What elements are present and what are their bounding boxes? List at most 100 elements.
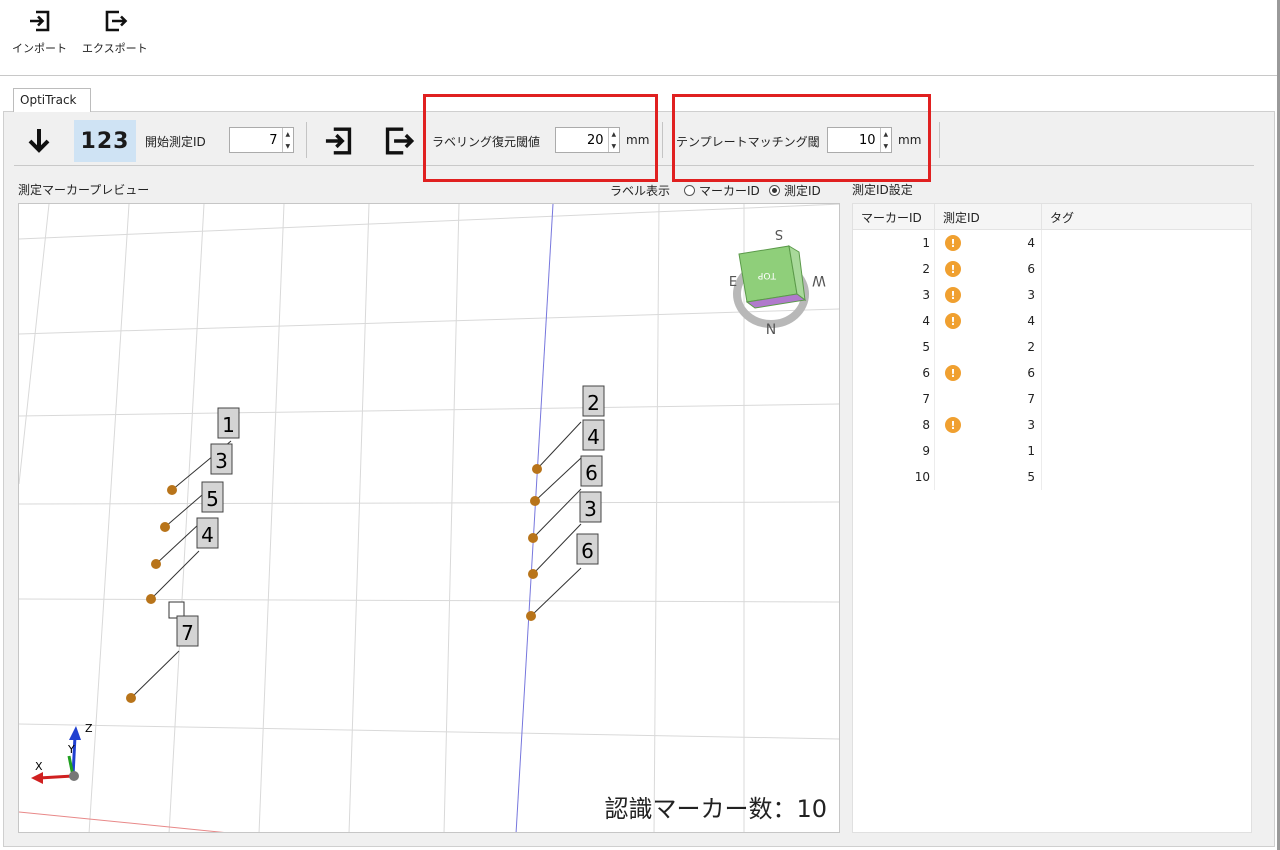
export-label: エクスポート — [82, 42, 148, 55]
radio-circle[interactable] — [684, 185, 695, 196]
export-icon — [105, 10, 128, 32]
cell-marker-id: 1 — [853, 230, 935, 256]
table-row[interactable]: 4! 4 — [853, 308, 1251, 334]
table-row[interactable]: 77 — [853, 386, 1251, 412]
cell-tag[interactable] — [1042, 438, 1251, 464]
measure-id-value: 6 — [1027, 262, 1035, 276]
compass-s-label: S — [775, 226, 783, 241]
radio-marker-id[interactable]: マーカーID — [684, 182, 760, 199]
marker-ball[interactable] — [151, 559, 161, 569]
cell-tag[interactable] — [1042, 230, 1251, 256]
svg-text:2: 2 — [587, 391, 600, 415]
export-button[interactable]: エクスポート — [82, 8, 148, 56]
marker-ball[interactable] — [146, 594, 156, 604]
measure-id-value: 1 — [1027, 444, 1035, 458]
marker-group-right: 2 4 6 3 6 — [526, 385, 605, 621]
marker-ball[interactable] — [160, 522, 170, 532]
cell-measure-id[interactable]: ! 6 — [935, 360, 1042, 386]
cell-measure-id[interactable]: ! 4 — [935, 230, 1042, 256]
radio-measure-id[interactable]: 測定ID — [769, 182, 821, 199]
scene-canvas[interactable]: 1 3 5 4 7 2 4 6 3 6 TOP S N E W Z Y X — [19, 204, 840, 833]
import-button[interactable]: インポート — [12, 8, 67, 56]
export-marker-button[interactable] — [372, 120, 424, 162]
spin-up-icon[interactable]: ▲ — [609, 128, 619, 140]
table-row[interactable]: 2! 6 — [853, 256, 1251, 282]
cell-marker-id: 9 — [853, 438, 935, 464]
cell-measure-id[interactable]: 1 — [935, 438, 1042, 464]
table-row[interactable]: 52 — [853, 334, 1251, 360]
marker-ball[interactable] — [526, 611, 536, 621]
table-row[interactable]: 10 5 — [853, 464, 1251, 490]
measure-id-value: 3 — [1027, 418, 1035, 432]
spin-down-icon[interactable]: ▼ — [881, 140, 891, 152]
relabel-threshold-input[interactable] — [556, 128, 608, 152]
table-row[interactable]: 91 — [853, 438, 1251, 464]
header-marker-id[interactable]: マーカーID — [853, 204, 935, 229]
template-threshold-stepper[interactable]: ▲▼ — [827, 127, 892, 153]
cell-measure-id[interactable]: 2 — [935, 334, 1042, 360]
marker-ball[interactable] — [126, 693, 136, 703]
spin-down-icon[interactable]: ▼ — [609, 140, 619, 152]
cell-tag[interactable] — [1042, 256, 1251, 282]
marker-ball[interactable] — [528, 569, 538, 579]
marker-label: 1 — [217, 407, 240, 439]
start-id-input[interactable] — [230, 128, 282, 152]
preview-title: 測定マーカープレビュー — [18, 183, 150, 197]
marker-label: 3 — [210, 443, 233, 475]
cell-marker-id: 6 — [853, 360, 935, 386]
measure-id-value: 6 — [1027, 366, 1035, 380]
header-measure-id[interactable]: 測定ID — [935, 204, 1042, 229]
cell-measure-id[interactable]: ! 6 — [935, 256, 1042, 282]
radio-marker-id-label: マーカーID — [699, 184, 760, 198]
radio-measure-id-label: 測定ID — [784, 184, 821, 198]
cell-tag[interactable] — [1042, 464, 1251, 490]
template-threshold-input[interactable] — [828, 128, 880, 152]
radio-circle[interactable] — [769, 185, 780, 196]
cell-tag[interactable] — [1042, 412, 1251, 438]
header-tag[interactable]: タグ — [1042, 204, 1251, 229]
cell-measure-id[interactable]: ! 3 — [935, 282, 1042, 308]
spin-up-icon[interactable]: ▲ — [881, 128, 891, 140]
warning-icon: ! — [945, 261, 961, 277]
axis-gizmo: Z Y X — [31, 722, 93, 784]
spin-up-icon[interactable]: ▲ — [283, 128, 293, 140]
cell-tag[interactable] — [1042, 360, 1251, 386]
numbering-button[interactable]: 123 — [74, 120, 136, 162]
marker-preview-viewport[interactable]: 1 3 5 4 7 2 4 6 3 6 TOP S N E W Z Y X 認識… — [18, 203, 840, 833]
cube-top-label: TOP — [757, 270, 777, 280]
marker-ball[interactable] — [167, 485, 177, 495]
download-button[interactable] — [14, 120, 64, 162]
marker-ball[interactable] — [530, 496, 540, 506]
cell-marker-id: 4 — [853, 308, 935, 334]
export-icon — [385, 127, 415, 155]
cell-tag[interactable] — [1042, 334, 1251, 360]
warning-icon: ! — [945, 287, 961, 303]
cell-measure-id[interactable]: ! 3 — [935, 412, 1042, 438]
template-unit: mm — [898, 133, 922, 147]
svg-text:7: 7 — [181, 621, 194, 645]
view-cube[interactable]: TOP S N E W — [729, 226, 826, 338]
table-row[interactable]: 8! 3 — [853, 412, 1251, 438]
relabel-threshold-stepper[interactable]: ▲▼ — [555, 127, 620, 153]
cell-tag[interactable] — [1042, 386, 1251, 412]
marker-ball[interactable] — [528, 533, 538, 543]
separator — [662, 122, 663, 158]
import-marker-button[interactable] — [314, 120, 364, 162]
axis-y-label: Y — [67, 743, 75, 756]
table-row[interactable]: 3! 3 — [853, 282, 1251, 308]
table-row[interactable]: 6! 6 — [853, 360, 1251, 386]
cell-measure-id[interactable]: 7 — [935, 386, 1042, 412]
cell-marker-id: 10 — [853, 464, 935, 490]
cell-tag[interactable] — [1042, 282, 1251, 308]
cell-measure-id[interactable]: ! 4 — [935, 308, 1042, 334]
cell-marker-id: 2 — [853, 256, 935, 282]
marker-ball[interactable] — [532, 464, 542, 474]
id-settings-table: マーカーID 測定ID タグ 1! 4 2! 6 3! 3 4! 4 5 2 6! 6 7 7 8! 3 9 1 1… — [852, 203, 1252, 833]
start-id-stepper[interactable]: ▲▼ — [229, 127, 294, 153]
spin-down-icon[interactable]: ▼ — [283, 140, 293, 152]
tab-optitrack[interactable]: OptiTrack — [13, 88, 91, 112]
table-row[interactable]: 1! 4 — [853, 230, 1251, 256]
separator — [939, 122, 940, 158]
cell-measure-id[interactable]: 5 — [935, 464, 1042, 490]
cell-tag[interactable] — [1042, 308, 1251, 334]
